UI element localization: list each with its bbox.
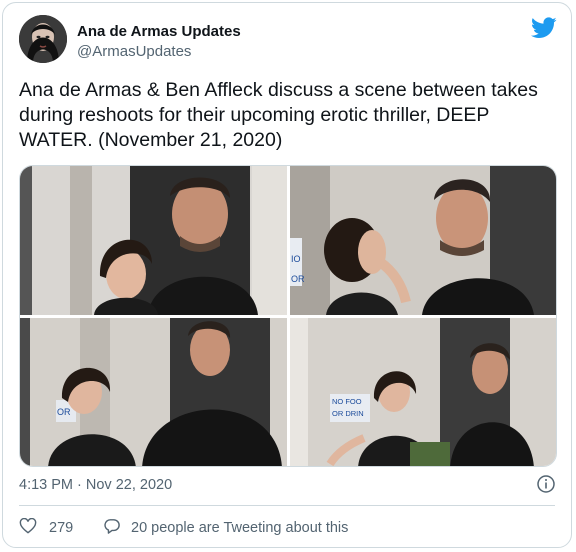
twitter-bird-icon[interactable] <box>531 17 557 39</box>
avatar[interactable] <box>19 15 67 63</box>
author-handle[interactable]: @ArmasUpdates <box>77 43 191 60</box>
sign-text: IO <box>291 254 301 264</box>
divider <box>19 505 555 506</box>
photo-3[interactable]: OR <box>20 318 287 466</box>
photo-1[interactable] <box>20 166 287 315</box>
reply-text: 20 people are Tweeting about this <box>131 520 349 536</box>
reply-button[interactable]: 20 people are Tweeting about this <box>103 517 348 539</box>
like-button[interactable]: 279 <box>19 517 73 539</box>
media-grid: IO OR OR NO FOO OR DRIN <box>19 165 557 467</box>
sign-text: OR DRIN <box>332 409 364 418</box>
avatar-image <box>19 15 67 63</box>
timestamp[interactable]: 4:13 PM · Nov 22, 2020 <box>19 477 172 493</box>
like-count: 279 <box>49 520 74 536</box>
sign-text: OR <box>291 274 305 284</box>
photo-4[interactable]: NO FOO OR DRIN <box>290 318 556 466</box>
sign-text: OR <box>57 407 71 417</box>
tweet-card: Ana de Armas Updates @ArmasUpdates Ana d… <box>2 2 572 548</box>
info-icon[interactable] <box>537 475 555 493</box>
author-name[interactable]: Ana de Armas Updates <box>77 23 241 40</box>
speech-bubble-icon <box>103 518 121 539</box>
heart-icon <box>19 517 37 539</box>
sign-text: NO FOO <box>332 397 362 406</box>
tweet-text: Ana de Armas & Ben Affleck discuss a sce… <box>19 79 538 151</box>
photo-2[interactable]: IO OR <box>290 166 556 315</box>
